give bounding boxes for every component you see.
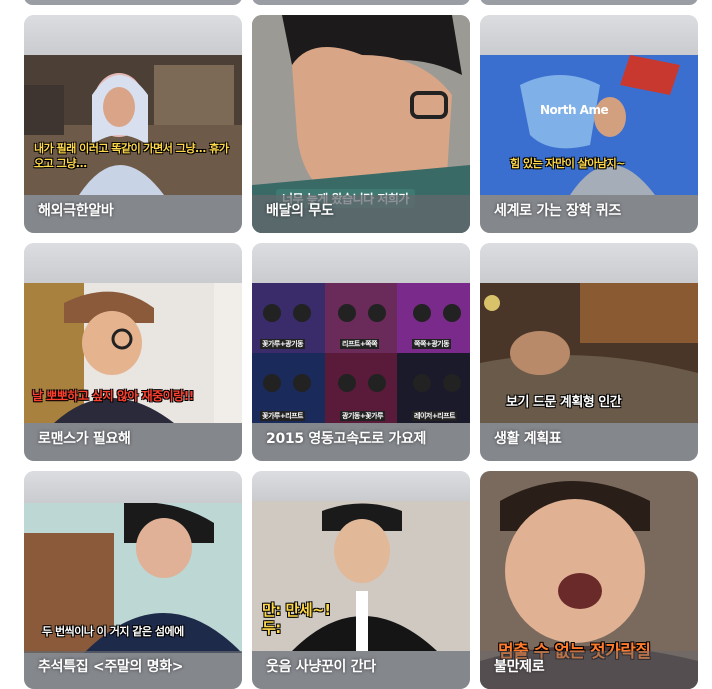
episode-thumbnail: 날 뽀뽀하고 싶지 않아 재중이랑!! bbox=[24, 283, 242, 423]
episode-card[interactable]: 날 뽀뽀하고 싶지 않아 재중이랑!! 로맨스가 필요해 bbox=[24, 243, 242, 461]
episode-card[interactable]: 너무 늦게 왔습니다 저희가 배달의 무도 bbox=[252, 15, 470, 233]
previous-row-strip bbox=[0, 0, 712, 6]
team-label: 광기동+꽃가루 bbox=[340, 411, 386, 421]
episode-card[interactable]: 꽃가루+광기동 리프트+쪽쪽 쪽쪽+광기동 꽃가루+리프트 광기동+꽃가루 레이… bbox=[252, 243, 470, 461]
episode-subtitle: 날 뽀뽀하고 싶지 않아 재중이랑!! bbox=[32, 389, 194, 403]
episode-title: 세계로 가는 장학 퀴즈 bbox=[494, 203, 621, 219]
episode-title: 해외극한알바 bbox=[38, 203, 114, 219]
episode-thumbnail: 내가 필래 이러고 똑같이 가면서 그냥... 휴가 오고 그냥... bbox=[24, 55, 242, 195]
episode-card[interactable]: 두 번씩이나 이 거지 같은 섬에에 추석특집 <주말의 명화> bbox=[24, 471, 242, 689]
episode-card[interactable]: 내가 필래 이러고 똑같이 가면서 그냥... 휴가 오고 그냥... 해외극한… bbox=[24, 15, 242, 233]
subtitle-line: 만: 만세~! bbox=[262, 601, 331, 619]
previous-card-3[interactable] bbox=[480, 0, 698, 5]
team-label: 꽃가루+리프트 bbox=[260, 411, 306, 421]
episode-thumbnail: North Ame 힘 있는 자만이 살아남지~ bbox=[480, 55, 698, 195]
previous-card-1[interactable] bbox=[24, 0, 242, 5]
episode-card[interactable]: 멈출 수 없는 젓가락질 불만제로 bbox=[480, 471, 698, 689]
episode-title: 로맨스가 필요해 bbox=[38, 431, 131, 447]
episode-card[interactable]: North Ame 힘 있는 자만이 살아남지~ 세계로 가는 장학 퀴즈 bbox=[480, 15, 698, 233]
subtitle-line: 두: bbox=[262, 619, 281, 637]
episode-thumbnail: 두 번씩이나 이 거지 같은 섬에에 bbox=[24, 503, 242, 653]
episode-title: 웃음 사냥꾼이 간다 bbox=[266, 659, 376, 675]
episode-card[interactable]: 만: 만세~! 두: 웃음 사냥꾼이 간다 bbox=[252, 471, 470, 689]
episode-thumbnail: 만: 만세~! 두: bbox=[252, 501, 470, 651]
episode-title: 추석특집 <주말의 명화> bbox=[38, 659, 184, 675]
episode-subtitle: 만: 만세~! 두: bbox=[262, 601, 331, 637]
episode-title: 배달의 무도 bbox=[266, 203, 334, 219]
map-label: North Ame bbox=[540, 103, 609, 117]
episode-thumbnail: 보기 드문 계획형 인간 bbox=[480, 283, 698, 423]
team-label: 쪽쪽+광기동 bbox=[412, 339, 452, 349]
episode-thumbnail: 꽃가루+광기동 리프트+쪽쪽 쪽쪽+광기동 꽃가루+리프트 광기동+꽃가루 레이… bbox=[252, 283, 470, 423]
episode-subtitle: 보기 드문 계획형 인간 bbox=[506, 395, 622, 410]
episode-subtitle: 두 번씩이나 이 거지 같은 섬에에 bbox=[42, 625, 184, 638]
episode-subtitle: 힘 있는 자만이 살아남지~ bbox=[510, 157, 625, 170]
previous-card-2[interactable] bbox=[252, 0, 470, 5]
team-label: 리프트+쪽쪽 bbox=[340, 339, 380, 349]
episode-title: 불만제로 bbox=[494, 659, 545, 675]
episode-title: 2015 영동고속도로 가요제 bbox=[266, 431, 427, 447]
episode-title: 생활 계획표 bbox=[494, 431, 562, 447]
team-label: 레이저+리프트 bbox=[412, 411, 458, 421]
episode-subtitle: 내가 필래 이러고 똑같이 가면서 그냥... 휴가 오고 그냥... bbox=[34, 142, 229, 170]
episode-card[interactable]: 보기 드문 계획형 인간 생활 계획표 bbox=[480, 243, 698, 461]
team-label: 꽃가루+광기동 bbox=[260, 339, 306, 349]
